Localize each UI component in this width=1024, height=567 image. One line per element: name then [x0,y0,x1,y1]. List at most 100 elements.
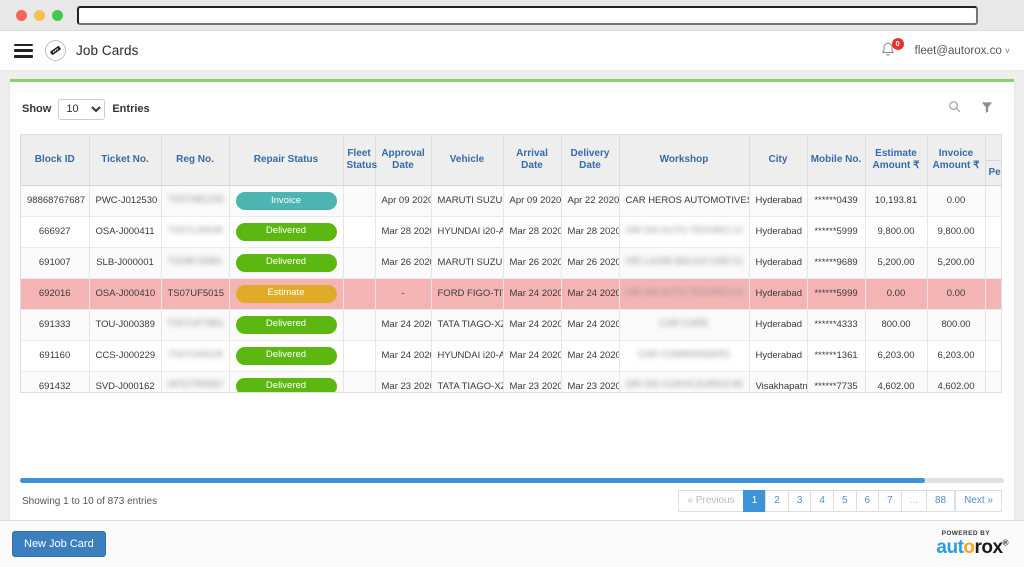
cell-invoice-amount: 0.00 [927,278,986,310]
cell-reg-no: AP31TR3367 [161,371,230,392]
cell-arrival-date: Mar 24 2020 [503,340,562,372]
cell-fleet-status [343,278,376,310]
notifications-button[interactable]: 0 [879,37,904,61]
pagination-page-88[interactable]: 88 [925,490,956,512]
col-city[interactable]: City [749,135,808,186]
showing-entries-text: Showing 1 to 10 of 873 entries [22,495,158,507]
col-reg-no[interactable]: Reg No. [161,135,230,186]
table-row[interactable]: 666927 OSA-J000411 TS07UJ0539 Delivered Mar … [21,216,1001,248]
col-mobile-no[interactable]: Mobile No. [807,135,866,186]
user-menu[interactable]: fleet@autorox.co ˅ [915,45,1010,57]
hamburger-icon[interactable] [14,43,33,58]
page-title: Job Cards [76,43,139,58]
show-entries-control: Show 102550100 Entries [22,98,150,120]
table-header-row-1: Block ID Ticket No. Reg No. Repair Statu… [21,135,1001,186]
col-ticket-no[interactable]: Ticket No. [89,135,162,186]
cell-reg-no: TS09FJ3981 [161,247,230,279]
cell-mobile-no: ******4333 [807,309,866,341]
col-invoice-amount[interactable]: Invoice Amount ₹ [927,135,986,186]
cell-mobile-no: ******5999 [807,278,866,310]
redacted-value: CAR COMMANDERS [637,348,731,360]
cell-ticket-no: OSA-J000411 [89,216,162,248]
status-badge[interactable]: Delivered [235,346,337,365]
status-badge[interactable]: Delivered [235,253,337,272]
close-window-button[interactable] [16,9,27,21]
job-cards-card: Show 102550100 Entries [10,79,1014,520]
cell-vehicle: TATA TIAGO-XZ ... [431,371,504,392]
col-fleet-status[interactable]: Fleet Status [343,135,377,186]
cell-repair-status: Delivered [229,340,344,372]
cell-block-id: 666927 [21,216,90,248]
table-row[interactable]: 692016 OSA-J000410 TS07UF5015 Estimate - FORD… [21,278,1001,310]
redacted-value: OM SAI AUTO TECHNO CARE [625,286,743,298]
col-estimate-amount[interactable]: Estimate Amount ₹ [865,135,928,186]
table-row[interactable]: 691007 SLB-J000001 TS09FJ3981 Delivered Mar … [21,247,1001,279]
table-row[interactable]: 691432 SVD-J000162 AP31TR3367 Delivered Mar … [21,371,1001,392]
brand-rox: rox [974,537,1004,559]
table-row[interactable]: 98868767687 PWC-J012530 TS07AB1234 Invoice A… [21,185,1001,217]
cell-arrival-date: Mar 28 2020 [503,216,562,248]
pagination-page-3[interactable]: 3 [787,490,811,512]
status-badge[interactable]: Delivered [235,377,337,392]
cell-estimate-amount: 800.00 [865,309,928,341]
redacted-value: TS07UF7861 [167,317,223,329]
cell-ticket-no: OSA-J000410 [89,278,162,310]
cell-mobile-no: ******9689 [807,247,866,279]
cell-invoice-amount: 9,800.00 [927,216,986,248]
address-bar[interactable] [77,5,978,25]
pagination-page-2[interactable]: 2 [765,490,788,512]
page-size-select[interactable]: 102550100 [58,98,106,120]
pagination-page-5[interactable]: 5 [832,490,856,512]
status-badge[interactable]: Delivered [235,315,337,334]
cell-pending [985,278,1001,310]
maximize-window-button[interactable] [52,9,63,21]
status-badge[interactable]: Estimate [235,284,337,303]
cell-block-id: 692016 [21,278,90,310]
window-controls [8,9,77,21]
col-vehicle[interactable]: Vehicle [431,135,504,186]
cell-reg-no: TS07AB1234 [161,185,230,217]
status-badge[interactable]: Delivered [235,222,337,241]
cell-estimate-amount: 0.00 [865,278,928,310]
cell-ticket-no: PWC-J012530 [89,185,162,217]
cell-workshop: SRI SAI VIJAYA DURGA MOTORS [619,371,750,392]
cell-pending: 0 [985,247,1001,279]
status-badge[interactable]: Invoice [235,192,337,210]
col-approval-date[interactable]: Approval Date [375,135,432,186]
table-row[interactable]: 691160 CCS-J000229 TS07UH0238 Delivered Mar … [21,340,1001,372]
col-block-id[interactable]: Block ID [21,135,90,186]
cell-fleet-status [343,247,376,279]
cell-invoice-amount: 5,200.00 [927,247,986,279]
pagination-page-4[interactable]: 4 [810,490,833,512]
filter-icon[interactable] [980,100,994,119]
pagination-page-1[interactable]: 1 [742,490,766,512]
pagination-page-6[interactable]: 6 [855,490,879,512]
table-row[interactable]: 691333 TOU-J000389 TS07UF7861 Delivered Mar … [21,309,1001,341]
chevron-down-icon: ˅ [1004,45,1010,56]
cell-estimate-amount: 9,800.00 [865,216,928,248]
horizontal-scrollbar-thumb[interactable] [20,478,926,483]
cell-repair-status: Invoice [229,185,344,217]
cell-city: Visakhapatnam [749,371,808,392]
col-arrival-date[interactable]: Arrival Date [503,135,562,186]
cell-estimate-amount: 10,193.81 [865,185,928,217]
pagination-previous[interactable]: « Previous [678,490,743,512]
col-delivery-date[interactable]: Delivery Date [561,135,620,186]
cell-block-id: 691160 [21,340,90,372]
pagination-page-7[interactable]: 7 [878,490,901,512]
pagination-next[interactable]: Next » [955,490,1002,512]
cell-delivery-date: Mar 23 2020 [561,371,620,392]
minimize-window-button[interactable] [34,9,45,21]
col-pending[interactable]: Pending [985,160,1001,186]
notification-count-badge: 0 [891,37,904,50]
cell-fleet-status [343,371,376,392]
job-cards-table-scroll[interactable]: Block ID Ticket No. Reg No. Repair Statu… [20,134,1002,393]
col-workshop[interactable]: Workshop [619,135,750,186]
new-job-card-button[interactable]: New Job Card [12,531,106,557]
cell-reg-no: TS07UH0238 [161,340,230,372]
horizontal-scrollbar[interactable] [20,478,1004,483]
search-icon[interactable] [947,99,962,119]
table-toolbar: Show 102550100 Entries [10,90,1014,128]
cell-invoice-amount: 6,203.00 [927,340,986,372]
col-repair-status[interactable]: Repair Status [229,135,344,186]
